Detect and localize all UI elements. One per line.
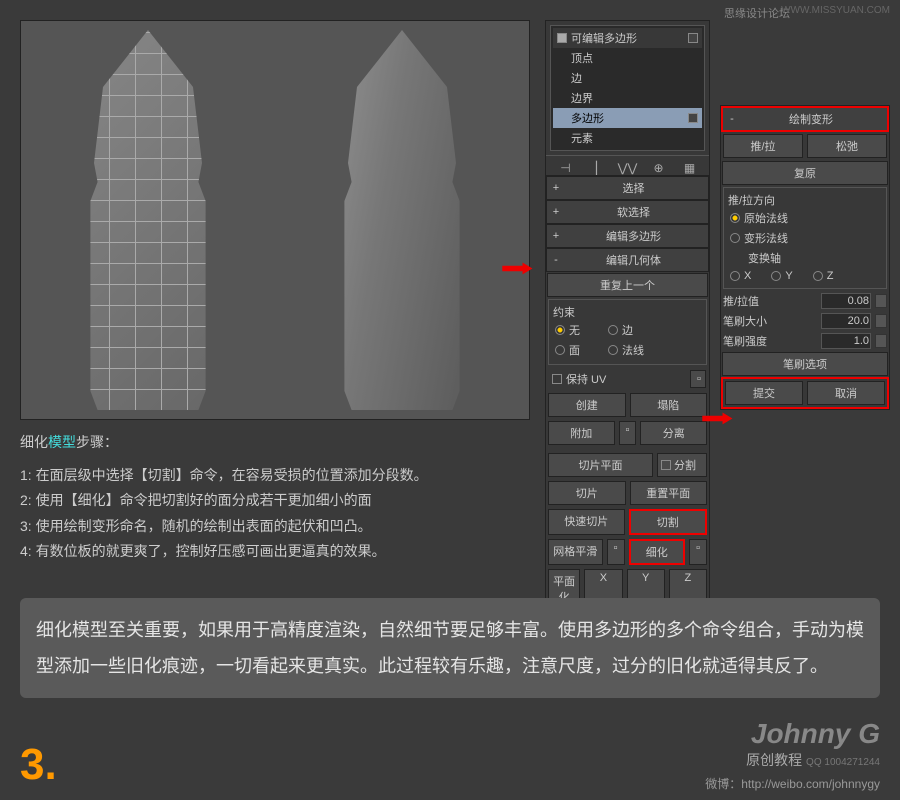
commit-button[interactable]: 提交 (725, 381, 803, 405)
subobj-indicator-icon (688, 113, 698, 123)
brush-options-button[interactable]: 笔刷选项 (722, 352, 888, 376)
radio-orig-normal[interactable] (730, 213, 740, 223)
author-watermark: Johnny G 原创教程 QQ 1004271244 (746, 718, 880, 770)
push-value-label: 推/拉值 (723, 293, 817, 309)
reset-plane-button[interactable]: 重置平面 (630, 481, 708, 505)
modifier-editable-poly[interactable]: 可编辑多边形 (553, 28, 702, 48)
subobj-edge[interactable]: 边 (553, 68, 702, 88)
brush-size-label: 笔刷大小 (723, 313, 817, 329)
arrow-icon: ➡ (500, 254, 534, 282)
modifier-list[interactable]: 可编辑多边形 顶点 边 边界 多边形 元素 (550, 25, 705, 151)
spinner-icon[interactable] (875, 314, 887, 328)
radio-axis-z[interactable] (813, 271, 823, 281)
paint-deform-panel: -绘制变形 推/拉松弛 复原 推/拉方向 原始法线 变形法线 变换轴 X Y Z… (720, 105, 890, 410)
show-result-icon[interactable]: ⎮ (589, 160, 605, 176)
attach-list-button[interactable]: ▫ (619, 421, 637, 445)
wireframe-model (58, 30, 238, 410)
spinner-icon[interactable] (875, 334, 887, 348)
subobj-vertex[interactable]: 顶点 (553, 48, 702, 68)
shaded-model (312, 30, 492, 410)
vertex-color-icon (688, 33, 698, 43)
radio-normal[interactable] (608, 345, 618, 355)
edit-geometry-panel: +选择 +软选择 +编辑多边形 -编辑几何体 重复上一个 约束 无 边 面 法线… (545, 175, 710, 640)
rollout-editgeo[interactable]: -编辑几何体 (546, 248, 709, 272)
step-2: 2: 使用【细化】命令把切割好的面分成若干更加细小的面 (20, 488, 530, 513)
radio-face[interactable] (555, 345, 565, 355)
radio-axis-x[interactable] (730, 271, 740, 281)
direction-label: 推/拉方向 (728, 192, 882, 208)
msmooth-button[interactable]: 网格平滑 (548, 539, 603, 565)
radio-edge[interactable] (608, 325, 618, 335)
subobj-polygon[interactable]: 多边形 (553, 108, 702, 128)
push-value-input[interactable] (821, 293, 871, 309)
msmooth-settings[interactable]: ▫ (607, 539, 625, 565)
rollout-paint-deform[interactable]: -绘制变形 (721, 106, 889, 132)
radio-none[interactable] (555, 325, 565, 335)
cut-button[interactable]: 切割 (629, 509, 708, 535)
revert-button[interactable]: 复原 (722, 161, 888, 185)
weibo-link: 微博：http://weibo.com/johnnygy (705, 775, 880, 792)
unique-icon[interactable]: ⋁⋁ (620, 160, 636, 176)
constraints-label: 约束 (553, 304, 702, 320)
split-button[interactable]: 分割 (657, 453, 707, 477)
summary-note: 细化模型至关重要，如果用于高精度渲染，自然细节要足够丰富。使用多边形的多个命令组… (20, 598, 880, 698)
tutorial-steps: 细化模型步骤： 1: 在面层级中选择【切割】命令，在容易受损的位置添加分段数。 … (20, 430, 530, 564)
push-pull-button[interactable]: 推/拉 (723, 134, 803, 158)
subobj-border[interactable]: 边界 (553, 88, 702, 108)
pin-icon[interactable]: ⊣ (558, 160, 574, 176)
relax-button[interactable]: 松弛 (807, 134, 887, 158)
configure-icon[interactable]: ▦ (682, 160, 698, 176)
arrow-icon: ➡ (700, 404, 734, 432)
slice-button[interactable]: 切片 (548, 481, 626, 505)
subobj-element[interactable]: 元素 (553, 128, 702, 148)
3d-viewport[interactable] (20, 20, 530, 420)
forum-name: 思缘设计论坛 (724, 5, 790, 21)
site-url: WWW.MISSYUAN.COM (781, 5, 890, 16)
create-button[interactable]: 创建 (548, 393, 626, 417)
step-1: 1: 在面层级中选择【切割】命令，在容易受损的位置添加分段数。 (20, 463, 530, 488)
quickslice-button[interactable]: 快速切片 (548, 509, 625, 535)
preserve-uv-checkbox[interactable] (552, 374, 562, 384)
remove-icon[interactable]: ⊕ (651, 160, 667, 176)
step-3: 3: 使用绘制变形命名，随机的绘制出表面的起伏和凹凸。 (20, 514, 530, 539)
modifier-stack-panel: 可编辑多边形 顶点 边 边界 多边形 元素 ⊣ ⎮ ⋁⋁ ⊕ ▦ (545, 20, 710, 181)
cancel-button[interactable]: 取消 (807, 381, 885, 405)
step-4: 4: 有数位板的就更爽了，控制好压感可画出更逼真的效果。 (20, 539, 530, 564)
push-direction-group: 推/拉方向 原始法线 变形法线 变换轴 X Y Z (723, 187, 887, 289)
rollout-selection[interactable]: +选择 (546, 176, 709, 200)
preserve-uv-settings[interactable]: ▫ (690, 370, 706, 388)
brush-strength-label: 笔刷强度 (723, 333, 817, 349)
brush-strength-input[interactable] (821, 333, 871, 349)
constraints-group: 约束 无 边 面 法线 (548, 299, 707, 365)
tessellate-settings[interactable]: ▫ (689, 539, 707, 565)
brush-size-input[interactable] (821, 313, 871, 329)
modifier-title: 可编辑多边形 (571, 30, 637, 46)
lightbulb-icon (557, 33, 567, 43)
rollout-editpoly[interactable]: +编辑多边形 (546, 224, 709, 248)
detach-button[interactable]: 分离 (640, 421, 707, 445)
attach-button[interactable]: 附加 (548, 421, 615, 445)
repeat-last-button[interactable]: 重复上一个 (547, 273, 708, 297)
slice-plane-button[interactable]: 切片平面 (548, 453, 653, 477)
rollout-softsel[interactable]: +软选择 (546, 200, 709, 224)
spinner-icon[interactable] (875, 294, 887, 308)
tessellate-button[interactable]: 细化 (629, 539, 686, 565)
step-number: 3. (20, 740, 57, 790)
radio-axis-y[interactable] (771, 271, 781, 281)
radio-def-normal[interactable] (730, 233, 740, 243)
collapse-button[interactable]: 塌陷 (630, 393, 708, 417)
